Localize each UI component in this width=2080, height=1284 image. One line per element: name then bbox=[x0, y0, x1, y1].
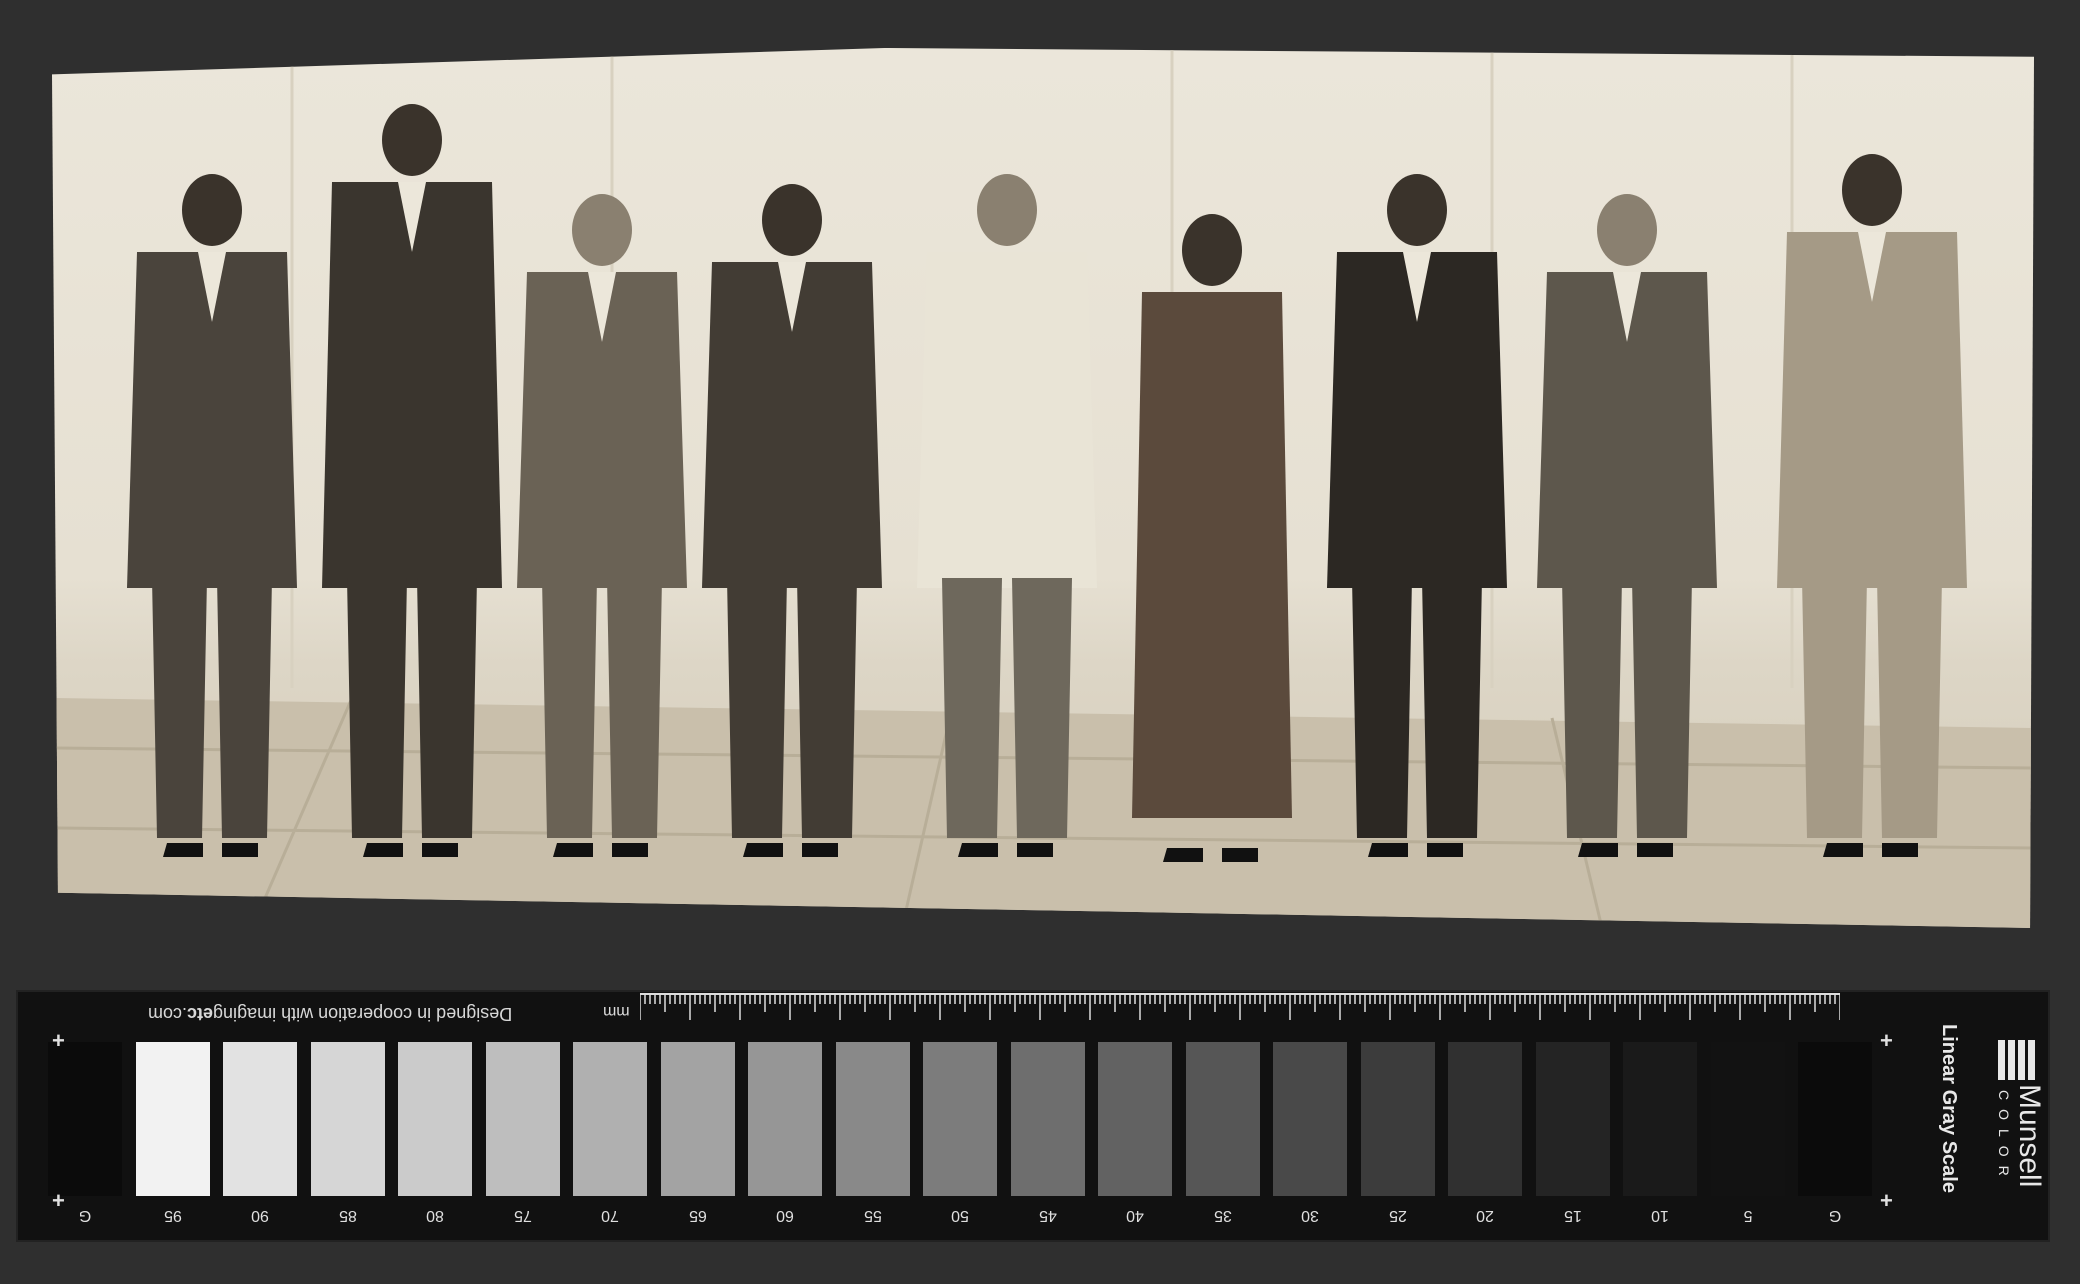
swatch-label: 65 bbox=[688, 1207, 707, 1224]
gray-swatch bbox=[310, 1042, 385, 1196]
swatch-label: 55 bbox=[863, 1207, 882, 1224]
registration-mark: + bbox=[52, 1188, 65, 1213]
gray-swatch bbox=[835, 1042, 910, 1196]
swatch-label: 25 bbox=[1388, 1207, 1407, 1224]
munsell-gray-scale-card: Designed in cooperation with imagingetc.… bbox=[16, 990, 2050, 1242]
gray-swatch bbox=[660, 1042, 735, 1196]
registration-mark: + bbox=[1880, 1028, 1893, 1053]
gray-swatch bbox=[1010, 1042, 1085, 1196]
registration-mark: + bbox=[52, 1028, 65, 1053]
brand-block: Munsell COLOR Linear Gray Scale bbox=[1928, 1020, 2048, 1220]
swatch-label: 5 bbox=[1743, 1207, 1752, 1224]
swatch-label: 30 bbox=[1301, 1207, 1319, 1224]
gray-swatch bbox=[1448, 1042, 1522, 1196]
swatch-label: 15 bbox=[1563, 1207, 1582, 1224]
swatch-label: 10 bbox=[1651, 1207, 1669, 1224]
swatch-label: 40 bbox=[1126, 1207, 1144, 1224]
gray-swatch bbox=[1273, 1042, 1347, 1196]
swatch-label: 80 bbox=[426, 1207, 444, 1224]
gray-swatch bbox=[1623, 1042, 1697, 1196]
swatch-label: 70 bbox=[601, 1207, 619, 1224]
gray-swatch bbox=[748, 1042, 822, 1196]
brand-name: Munsell bbox=[2013, 1084, 2046, 1188]
gray-swatch bbox=[923, 1042, 997, 1196]
swatch-row: G 95 90 85 80 75 70 65 60 55 50 45 40 35 30 25 20 15 10 5 G bbox=[48, 1042, 1888, 1224]
gray-swatch bbox=[223, 1042, 297, 1196]
gray-swatch bbox=[135, 1042, 210, 1196]
credit-text: Designed in cooperation with imagingetc.… bbox=[148, 1002, 528, 1024]
photo-scene bbox=[52, 48, 2034, 928]
swatch-label: 20 bbox=[1476, 1207, 1494, 1224]
brand-sub: COLOR bbox=[1996, 1090, 2012, 1185]
swatch-label: 50 bbox=[951, 1207, 969, 1224]
credit-bold: etc bbox=[187, 1004, 214, 1024]
swatch-label: 35 bbox=[1213, 1207, 1232, 1224]
unit-label: mm bbox=[603, 1003, 630, 1020]
group-photograph bbox=[52, 48, 2034, 928]
swatch-label: 45 bbox=[1038, 1207, 1057, 1224]
munsell-logo-icon bbox=[1998, 1040, 2038, 1080]
swatch-label: 75 bbox=[513, 1207, 532, 1224]
swatch-label: 60 bbox=[776, 1207, 794, 1224]
standing-figure bbox=[1132, 214, 1292, 862]
gray-swatch bbox=[1185, 1042, 1260, 1196]
gray-swatch bbox=[1798, 1042, 1872, 1196]
credit-suffix: .com bbox=[148, 1004, 188, 1024]
swatch-label: 95 bbox=[163, 1207, 182, 1224]
gray-swatch bbox=[1098, 1042, 1172, 1196]
scale-title: Linear Gray Scale bbox=[1938, 1024, 1960, 1193]
swatch-label: 90 bbox=[251, 1207, 269, 1224]
mm-ruler bbox=[640, 993, 1840, 1020]
swatch-label: G bbox=[1828, 1207, 1842, 1224]
gray-swatch bbox=[1710, 1042, 1785, 1196]
gray-swatch bbox=[1360, 1042, 1435, 1196]
gray-swatch bbox=[1535, 1042, 1610, 1196]
registration-mark: + bbox=[1880, 1188, 1893, 1213]
gray-swatch bbox=[485, 1042, 560, 1196]
swatch-label: 85 bbox=[338, 1207, 357, 1224]
credit-prefix: Designed in cooperation with imaging bbox=[213, 1004, 513, 1024]
gray-swatch bbox=[48, 1042, 122, 1196]
gray-swatch bbox=[573, 1042, 647, 1196]
gray-swatch bbox=[398, 1042, 472, 1196]
